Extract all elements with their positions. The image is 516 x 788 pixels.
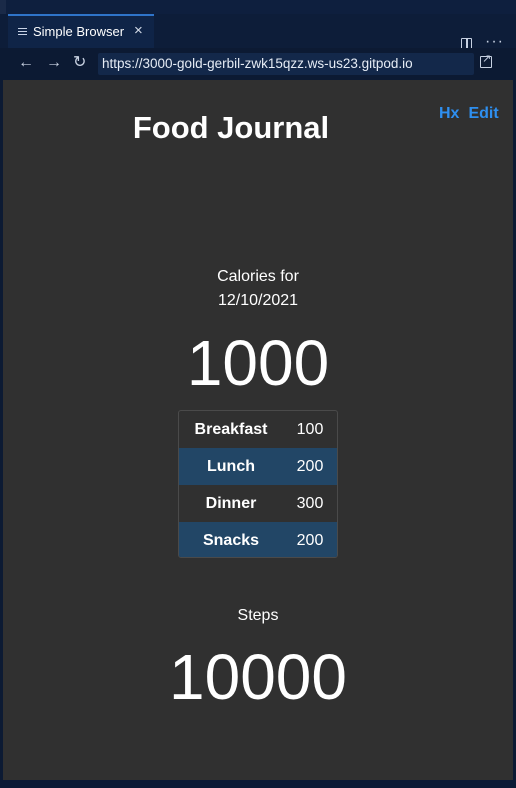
reload-icon[interactable]: ↻ xyxy=(73,53,86,73)
hx-link[interactable]: Hx xyxy=(439,105,459,122)
bottom-border xyxy=(0,780,516,788)
forward-arrow-icon[interactable]: → xyxy=(46,53,62,73)
title-strip-edge xyxy=(0,0,6,14)
calories-date: 12/10/2021 xyxy=(217,292,299,309)
meal-calories: 100 xyxy=(296,421,324,438)
url-text: https://3000-gold-gerbil-zwk15qzz.ws-us2… xyxy=(102,56,413,71)
url-input[interactable]: https://3000-gold-gerbil-zwk15qzz.ws-us2… xyxy=(98,53,474,75)
calories-total: 1000 xyxy=(186,327,330,399)
simple-browser-window: Simple Browser × ··· ← → ↻ https://3000-… xyxy=(0,0,516,788)
tab-bar: Simple Browser × ··· xyxy=(0,14,516,50)
meal-calories: 200 xyxy=(296,458,324,475)
meal-row: Breakfast 100 xyxy=(179,411,337,448)
meal-name: Dinner xyxy=(205,495,257,512)
meals-table: Breakfast 100 Lunch 200 Dinner 300 Snack… xyxy=(178,410,338,558)
meal-row: Dinner 300 xyxy=(179,485,337,522)
tab-title: Simple Browser xyxy=(33,24,125,39)
meal-calories: 300 xyxy=(296,495,324,512)
more-actions-icon[interactable]: ··· xyxy=(485,34,504,50)
meal-name: Breakfast xyxy=(194,421,268,438)
title-strip xyxy=(0,0,516,14)
meal-name: Snacks xyxy=(202,532,260,549)
menu-lines-icon xyxy=(18,28,27,36)
open-external-icon[interactable] xyxy=(480,52,492,68)
meal-row: Lunch 200 xyxy=(179,448,337,485)
tab-simple-browser[interactable]: Simple Browser × xyxy=(8,14,154,48)
steps-label: Steps xyxy=(237,607,279,624)
edit-link[interactable]: Edit xyxy=(468,105,498,122)
web-viewport: Food Journal Hx Edit Calories for 12/10/2… xyxy=(3,80,513,780)
meal-name: Lunch xyxy=(207,458,255,475)
page-nav-links: Hx Edit xyxy=(439,105,499,123)
page-title: Food Journal xyxy=(132,110,330,145)
close-icon[interactable]: × xyxy=(134,22,143,40)
meal-calories: 200 xyxy=(296,532,324,549)
calories-label: Calories for xyxy=(217,268,299,285)
steps-total: 10000 xyxy=(169,641,347,713)
back-arrow-icon[interactable]: ← xyxy=(18,53,34,73)
navigation-bar: ← → ↻ https://3000-gold-gerbil-zwk15qzz.… xyxy=(0,48,516,80)
meal-row: Snacks 200 xyxy=(179,522,337,557)
